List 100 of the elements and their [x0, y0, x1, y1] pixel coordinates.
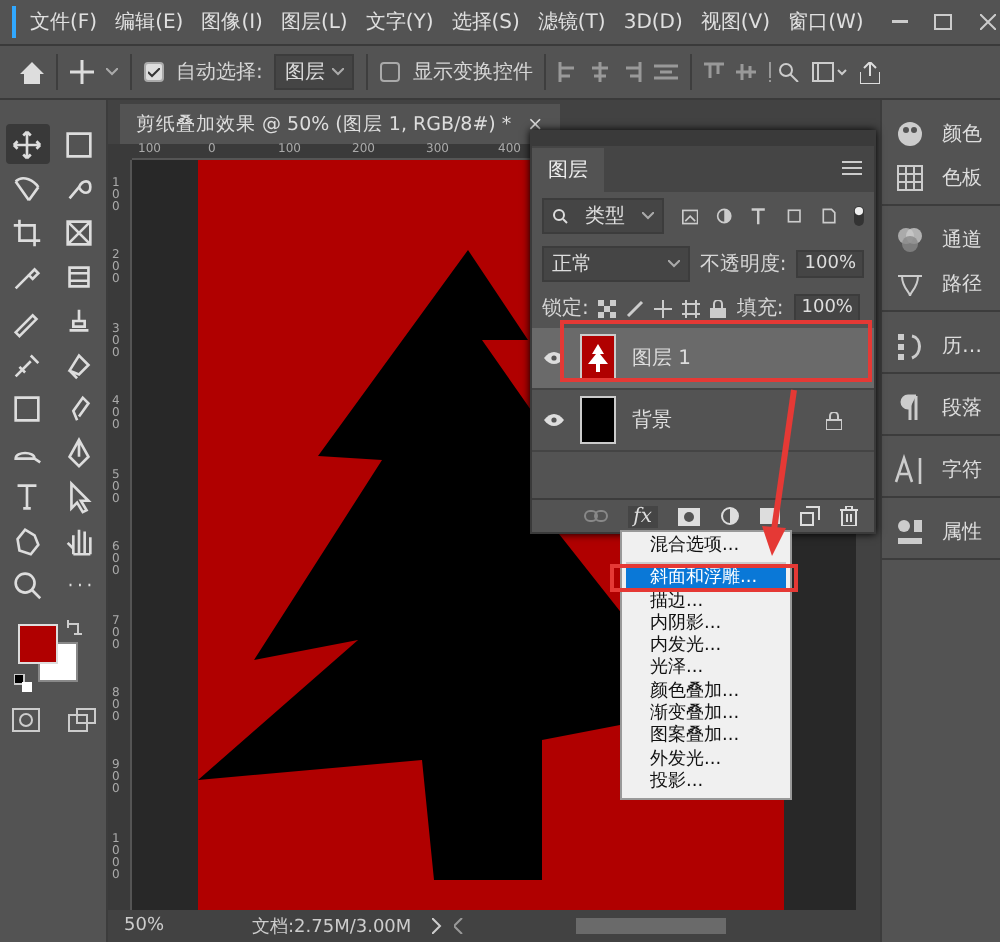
eye-icon[interactable]	[544, 352, 564, 364]
align-left-icon[interactable]	[558, 62, 579, 82]
align-middle-icon[interactable]	[736, 62, 757, 82]
document-tab[interactable]: 剪纸叠加效果 @ 50% (图层 1, RGB/8#) * ×	[120, 104, 560, 144]
shape-filter-icon[interactable]	[785, 206, 802, 226]
menu-item[interactable]: 文字(Y)	[361, 8, 438, 36]
toggle-icon[interactable]	[854, 204, 864, 228]
blend-mode-dropdown[interactable]: 正常	[542, 246, 690, 282]
panel-label[interactable]: 字符	[942, 456, 982, 484]
menu-item[interactable]: 混合选项...	[622, 536, 790, 559]
panel-button[interactable]: 段落	[882, 386, 1000, 430]
workspace-icon[interactable]	[812, 62, 849, 82]
fx-button[interactable]: fx	[627, 505, 658, 527]
move-icon[interactable]	[654, 299, 673, 317]
zoom-level[interactable]: 50%	[108, 916, 204, 936]
panel-label[interactable]: 路径	[942, 270, 982, 298]
opacity-label: 不透明度:	[699, 251, 787, 278]
share-icon[interactable]	[860, 61, 881, 83]
target-dropdown[interactable]: 图层	[274, 54, 355, 90]
panel-label[interactable]: 颜色	[942, 120, 982, 148]
caret-icon[interactable]	[332, 68, 345, 76]
menu-item[interactable]: 编辑(E)	[111, 8, 188, 36]
layer-row[interactable]: 图层 1	[532, 328, 874, 390]
brush-icon[interactable]	[626, 299, 645, 317]
menu-item[interactable]: 窗口(W)	[784, 8, 868, 36]
adjustment-icon[interactable]	[720, 506, 740, 526]
fill-field[interactable]: 100%	[793, 294, 861, 322]
panel-button[interactable]: 通道	[882, 218, 1000, 262]
filter-dropdown[interactable]: 类型	[542, 198, 664, 234]
panel-button[interactable]: 颜色	[882, 112, 1000, 156]
panel-label[interactable]: 段落	[942, 394, 982, 422]
panel-tab[interactable]: 图层	[532, 148, 604, 192]
align-center-icon[interactable]	[590, 62, 611, 82]
align-top-icon[interactable]	[704, 62, 725, 82]
menu-icon[interactable]	[842, 160, 862, 176]
quick-mask-icon[interactable]	[11, 708, 39, 732]
layer-name: 图层 1	[632, 346, 694, 372]
search-icon[interactable]	[552, 208, 568, 224]
menu-item[interactable]: 3D(D)	[619, 11, 687, 33]
panel-label[interactable]: 通道	[942, 226, 982, 254]
scrollbar-thumb[interactable]	[576, 918, 726, 934]
menu-item[interactable]: 光泽...	[622, 658, 790, 682]
channels-icon[interactable]	[894, 224, 926, 256]
caret-icon[interactable]	[106, 68, 118, 76]
mask-icon[interactable]	[678, 507, 700, 525]
panel-label[interactable]: 属性	[942, 518, 982, 546]
layer-row[interactable]: 背景	[532, 390, 874, 452]
menu-item[interactable]: 图案叠加...	[622, 726, 790, 750]
menu-item[interactable]: 描边...	[622, 591, 790, 614]
panel-button[interactable]: 路径	[882, 262, 1000, 306]
panel-button[interactable]: 色板	[882, 156, 1000, 200]
menu-item[interactable]: 投影...	[622, 771, 790, 795]
menu-item[interactable]: 滤镜(T)	[533, 8, 610, 36]
trash-icon[interactable]	[840, 506, 858, 526]
menu-item[interactable]: 外发光...	[622, 749, 790, 772]
menu-item[interactable]: 图层(L)	[276, 8, 352, 36]
eye-icon[interactable]	[544, 414, 564, 426]
panel-button[interactable]: 字符	[882, 448, 1000, 492]
foreground-color-swatch[interactable]	[17, 624, 57, 664]
chevron-left-icon[interactable]	[454, 918, 464, 934]
lock-icon[interactable]	[710, 299, 727, 317]
checkbox[interactable]	[380, 62, 401, 82]
move-icon[interactable]	[70, 60, 94, 84]
artboard-icon[interactable]	[682, 299, 701, 317]
chevron-right-icon[interactable]	[432, 918, 442, 934]
panel-button[interactable]: 历…	[882, 324, 1000, 368]
screen-mode-icon[interactable]	[67, 708, 95, 732]
swap-icon[interactable]	[65, 620, 81, 636]
menu-item[interactable]: 渐变叠加...	[622, 704, 790, 727]
checkbox[interactable]	[144, 62, 164, 82]
menu-item[interactable]: 选择(S)	[447, 8, 524, 36]
align-right-icon[interactable]	[622, 62, 643, 82]
palette-icon[interactable]	[894, 118, 926, 150]
character-icon[interactable]	[894, 454, 926, 486]
search-icon[interactable]	[768, 62, 801, 82]
distribute-icon[interactable]	[654, 62, 679, 82]
menu-item[interactable]: 内阴影...	[622, 613, 790, 637]
caret-icon[interactable]	[641, 212, 654, 220]
caret-icon[interactable]	[667, 260, 680, 268]
smart-object-filter-icon[interactable]	[819, 206, 837, 226]
grid-icon[interactable]	[894, 162, 926, 194]
close-icon[interactable]: ×	[527, 113, 544, 135]
menu-item[interactable]: 文件(F)	[26, 8, 102, 36]
image-filter-icon[interactable]	[681, 207, 699, 225]
menu-item[interactable]: 颜色叠加...	[622, 681, 790, 705]
lock-pixels-icon[interactable]	[598, 299, 617, 317]
panel-button[interactable]: 属性	[882, 510, 1000, 554]
menu-item[interactable]: 图像(I)	[197, 8, 267, 36]
new-layer-icon[interactable]	[800, 506, 820, 526]
menu-item[interactable]: 内发光...	[622, 636, 790, 659]
adjustment-filter-icon[interactable]	[716, 206, 733, 226]
properties-icon[interactable]	[894, 516, 926, 548]
panel-label[interactable]: 历…	[942, 332, 982, 360]
opacity-field[interactable]: 100%	[796, 250, 864, 278]
history-icon[interactable]	[894, 330, 926, 362]
menu-item[interactable]: 视图(V)	[696, 8, 775, 36]
home-icon[interactable]	[20, 61, 44, 83]
panel-label[interactable]: 色板	[942, 164, 982, 192]
type-filter-icon[interactable]	[750, 206, 768, 226]
default-colors-icon[interactable]	[13, 674, 31, 692]
